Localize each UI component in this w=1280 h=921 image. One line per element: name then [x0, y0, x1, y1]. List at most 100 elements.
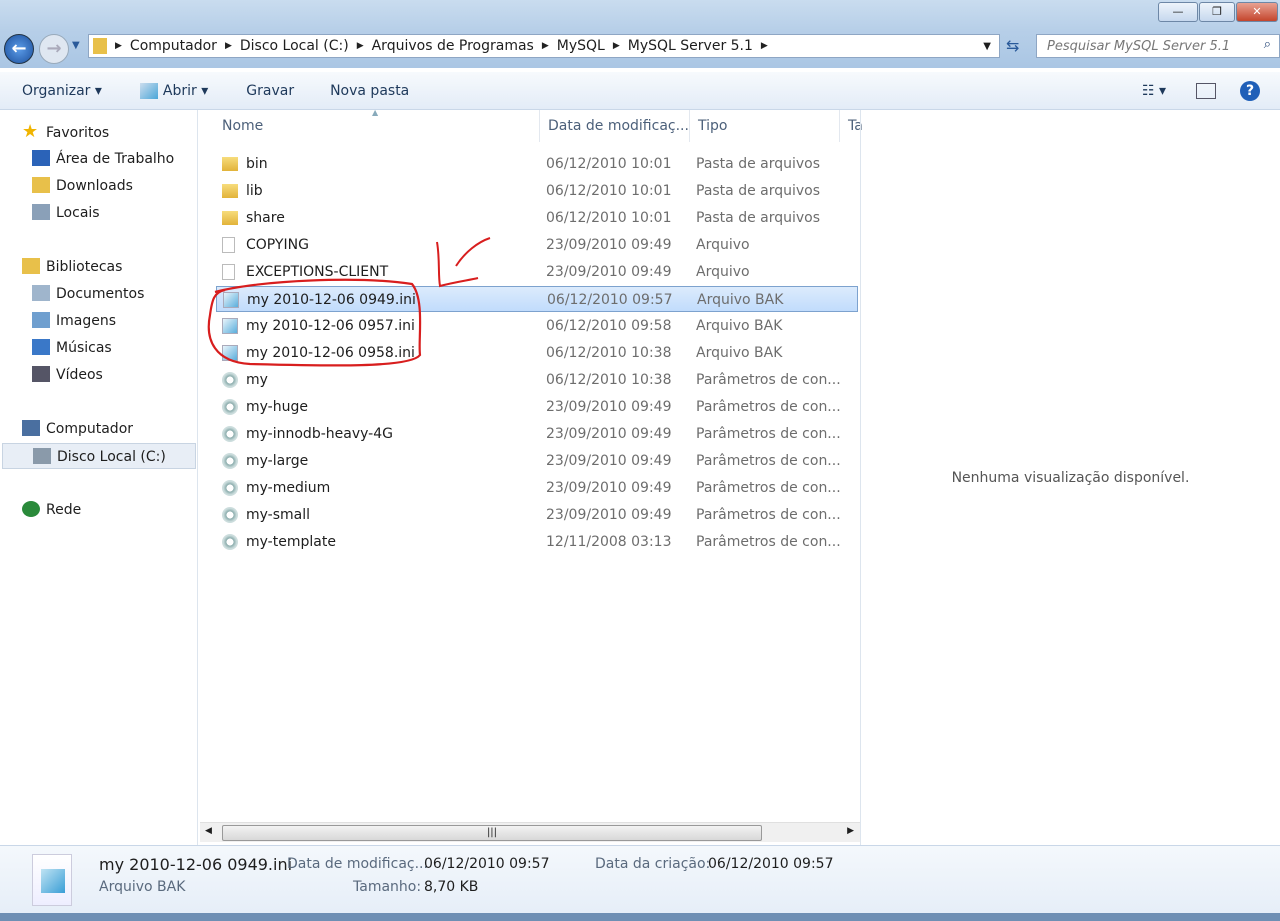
network-icon [22, 501, 40, 517]
library-icon [22, 258, 40, 274]
file-type: Parâmetros de con... [696, 399, 841, 415]
back-button[interactable]: ← [4, 34, 34, 64]
recent-pages-dropdown[interactable]: ▼ [72, 40, 80, 51]
details-size: 8,70 KB [424, 879, 479, 895]
refresh-icon[interactable]: ⇆ [1006, 36, 1019, 55]
file-type: Parâmetros de con... [696, 534, 841, 550]
file-row[interactable]: share 06/12/2010 10:01 Pasta de arquivos [216, 205, 858, 231]
file-name: bin [246, 156, 268, 172]
folder-icon [222, 211, 238, 225]
bak-icon [223, 292, 239, 308]
column-type[interactable]: Tipo [690, 110, 840, 142]
maximize-button[interactable]: ❐ [1199, 2, 1235, 22]
preview-pane-icon[interactable] [1196, 82, 1216, 99]
file-type: Arquivo BAK [696, 345, 783, 361]
forward-button[interactable]: → [39, 34, 69, 64]
address-dropdown[interactable]: ▼ [983, 41, 991, 52]
file-row[interactable]: my-huge 23/09/2010 09:49 Parâmetros de con… [216, 394, 858, 420]
sidebar-item-favoritos[interactable]: ★ Favoritos [22, 119, 109, 145]
sidebar-item-imagens[interactable]: Imagens [32, 308, 116, 334]
new-folder-button[interactable]: Nova pasta [330, 83, 409, 99]
crumb-disco-local[interactable]: Disco Local (C:) [240, 38, 349, 54]
sidebar-item-label: Imagens [56, 313, 117, 329]
file-row[interactable]: EXCEPTIONS-CLIENT 23/09/2010 09:49 Arquivo [216, 259, 858, 285]
places-icon [32, 204, 50, 220]
minimize-button[interactable]: — [1158, 2, 1198, 22]
details-filename: my 2010-12-06 0949.ini [99, 855, 293, 874]
sidebar-item-v-deos[interactable]: Vídeos [32, 362, 103, 388]
sidebar-item--rea-de-trabalho[interactable]: Área de Trabalho [32, 146, 174, 172]
file-row[interactable]: my-large 23/09/2010 09:49 Parâmetros de co… [216, 448, 858, 474]
file-row[interactable]: my-medium 23/09/2010 09:49 Parâmetros de c… [216, 475, 858, 501]
sidebar-item-downloads[interactable]: Downloads [32, 173, 133, 199]
file-row[interactable]: my-innodb-heavy-4G 23/09/2010 09:49 Parâme… [216, 421, 858, 447]
file-row[interactable]: my-small 23/09/2010 09:49 Parâmetros de co… [216, 502, 858, 528]
open-button[interactable]: Abrir ▾ [163, 83, 208, 99]
crumb-mysql[interactable]: MySQL [557, 38, 605, 54]
navigation-pane: ★ Favoritos Área de Trabalho Downloads Locai… [0, 110, 198, 845]
sidebar-item-label: Disco Local (C:) [57, 449, 166, 465]
sidebar-item-disco-local-c-[interactable]: Disco Local (C:) [2, 443, 196, 469]
column-size[interactable]: Ta [840, 110, 863, 142]
sidebar-item-locais[interactable]: Locais [32, 200, 100, 226]
column-modified[interactable]: Data de modificaç... [540, 110, 690, 142]
details-modified: 06/12/2010 09:57 [424, 856, 550, 872]
sort-ascending-icon: ▲ [372, 108, 379, 117]
details-created: 06/12/2010 09:57 [708, 856, 834, 872]
file-row[interactable]: bin 06/12/2010 10:01 Pasta de arquivos [216, 151, 858, 177]
crumb-mysql-server[interactable]: MySQL Server 5.1 [628, 38, 753, 54]
command-bar: Organizar ▾ Abrir ▾ Gravar Nova pasta ☷ … [0, 72, 1280, 110]
file-modified: 12/11/2008 03:13 [546, 534, 672, 550]
sidebar-item-documentos[interactable]: Documentos [32, 281, 144, 307]
file-icon [222, 264, 235, 280]
preview-pane: Nenhuma visualização disponível. [860, 110, 1280, 845]
crumb-computador[interactable]: Computador [130, 38, 217, 54]
file-name: COPYING [246, 237, 309, 253]
sidebar-item-label: Documentos [56, 286, 145, 302]
breadcrumb[interactable]: ▶ Computador ▶ Disco Local (C:) ▶ Arquivos … [88, 34, 1000, 58]
file-type: Arquivo BAK [696, 318, 783, 334]
scrollbar-thumb[interactable]: ||| [222, 825, 762, 841]
scroll-right-icon[interactable]: ▶ [847, 826, 854, 836]
video-icon [32, 366, 50, 382]
horizontal-scrollbar[interactable]: ◀ ||| ▶ [200, 822, 860, 842]
file-row[interactable]: lib 06/12/2010 10:01 Pasta de arquivos [216, 178, 858, 204]
file-row[interactable]: my 2010-12-06 0949.ini 06/12/2010 09:57 Ar… [216, 286, 858, 312]
sidebar-item-m-sicas[interactable]: Músicas [32, 335, 112, 361]
sidebar-item-computador[interactable]: Computador [22, 416, 133, 442]
search-icon[interactable]: ⌕ [1264, 37, 1271, 52]
file-row[interactable]: my 06/12/2010 10:38 Parâmetros de con... [216, 367, 858, 393]
search-placeholder: Pesquisar MySQL Server 5.1 [1047, 39, 1231, 54]
sidebar-item-label: Downloads [56, 178, 133, 194]
burn-button[interactable]: Gravar [246, 83, 294, 99]
config-icon [222, 480, 238, 496]
file-row[interactable]: COPYING 23/09/2010 09:49 Arquivo [216, 232, 858, 258]
file-type: Arquivo BAK [697, 292, 784, 308]
crumb-arquivos-de-programas[interactable]: Arquivos de Programas [372, 38, 534, 54]
forward-arrow-icon: → [46, 38, 62, 59]
taskbar [0, 913, 1280, 921]
help-icon[interactable]: ? [1240, 80, 1260, 101]
view-options-button[interactable]: ☷ ▾ [1142, 83, 1166, 99]
file-row[interactable]: my 2010-12-06 0958.ini 06/12/2010 10:38 Ar… [216, 340, 858, 366]
file-name: my-template [246, 534, 336, 550]
file-row[interactable]: my-template 12/11/2008 03:13 Parâmetros de… [216, 529, 858, 555]
preview-message: Nenhuma visualização disponível. [951, 469, 1190, 486]
file-modified: 23/09/2010 09:49 [546, 507, 672, 523]
back-arrow-icon: ← [11, 38, 27, 59]
file-modified: 23/09/2010 09:49 [546, 480, 672, 496]
file-name: EXCEPTIONS-CLIENT [246, 264, 389, 280]
title-bar: — ❐ ✕ [0, 0, 1280, 30]
sidebar-item-rede[interactable]: Rede [22, 497, 81, 523]
details-modified-label: Data de modificaç... [287, 856, 428, 872]
details-pane: my 2010-12-06 0949.ini Arquivo BAK Data … [0, 845, 1280, 913]
drive-icon [33, 448, 51, 464]
document-icon [32, 285, 50, 301]
organize-button[interactable]: Organizar ▾ [22, 83, 102, 99]
sidebar-item-bibliotecas[interactable]: Bibliotecas [22, 254, 122, 280]
search-input[interactable]: Pesquisar MySQL Server 5.1 ⌕ [1036, 34, 1280, 58]
sidebar-item-label: Área de Trabalho [56, 151, 175, 167]
file-row[interactable]: my 2010-12-06 0957.ini 06/12/2010 09:58 Ar… [216, 313, 858, 339]
close-button[interactable]: ✕ [1236, 2, 1278, 22]
scroll-left-icon[interactable]: ◀ [205, 826, 212, 836]
